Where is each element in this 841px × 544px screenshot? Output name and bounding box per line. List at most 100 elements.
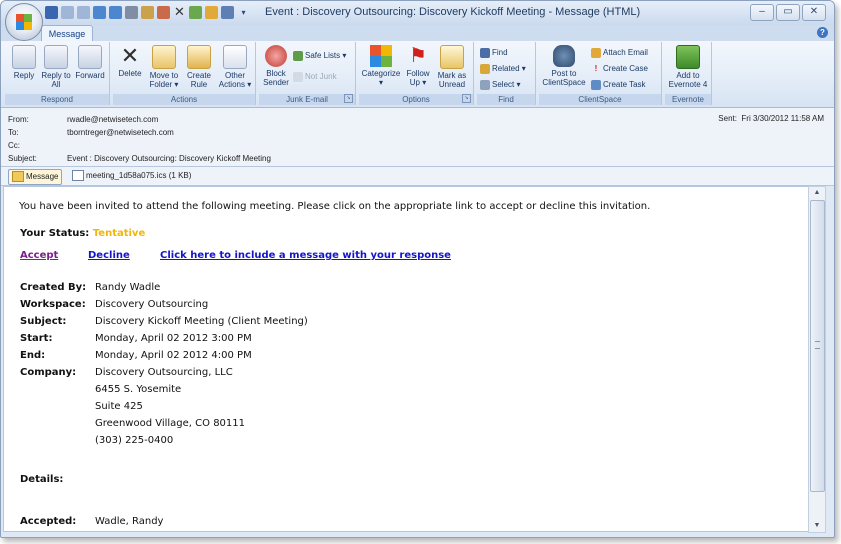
forward-icon xyxy=(78,45,102,69)
sent-label: Sent: xyxy=(718,114,737,123)
note-icon[interactable] xyxy=(205,6,218,19)
delete-icon: ✕ xyxy=(120,43,140,68)
window-controls: – ▭ ✕ xyxy=(750,4,826,21)
undo-icon[interactable] xyxy=(61,6,74,19)
help-icon[interactable]: ? xyxy=(817,27,828,38)
subject-value: Event : Discovery Outsourcing: Discovery… xyxy=(67,154,271,163)
cc-label: Cc: xyxy=(8,141,20,150)
calendar-icon[interactable] xyxy=(189,6,202,19)
group-label-respond: Respond xyxy=(5,94,109,105)
reply-icon xyxy=(12,45,36,69)
accept-link[interactable]: Accept xyxy=(20,250,58,261)
ribbon: Reply Reply to All Forward Respond ✕ Del… xyxy=(1,41,834,108)
envelope-icon[interactable] xyxy=(157,6,170,19)
include-message-link[interactable]: Click here to include a message with you… xyxy=(160,250,451,261)
select-cursor-icon xyxy=(480,80,490,90)
exclamation-icon: ! xyxy=(594,64,598,73)
scroll-up-icon[interactable]: ▲ xyxy=(809,187,825,199)
scroll-thumb[interactable] xyxy=(810,200,825,492)
not-junk-icon xyxy=(293,72,303,82)
forward-button[interactable]: Forward xyxy=(73,45,107,80)
decline-link[interactable]: Decline xyxy=(88,250,130,261)
group-label-find: Find xyxy=(477,94,535,105)
scroll-down-icon[interactable]: ▼ xyxy=(809,520,825,532)
categorize-button[interactable]: Categorize ▾ xyxy=(361,45,401,87)
group-options: Categorize ▾ ⚑ Follow Up ▾ Mark as Unrea… xyxy=(359,42,474,105)
group-clientspace: Post to ClientSpace Attach Email ! Create… xyxy=(539,42,662,105)
safe-lists-button[interactable]: Safe Lists ▾ xyxy=(293,51,346,61)
reply-all-button[interactable]: Reply to All xyxy=(41,45,71,89)
delete-button[interactable]: ✕ Delete xyxy=(115,43,145,79)
junk-dialog-launcher-icon[interactable]: ↘ xyxy=(344,94,353,103)
create-case-button[interactable]: ! Create Case xyxy=(591,64,648,74)
envelope-icon xyxy=(12,171,24,183)
accepted-label: Accepted: xyxy=(20,516,77,527)
start-value: Monday, April 02 2012 3:00 PM xyxy=(95,333,252,344)
to-label: To: xyxy=(8,128,19,137)
group-label-evernote: Evernote xyxy=(665,94,711,105)
customize-icon[interactable] xyxy=(221,6,234,19)
block-sender-button[interactable]: Block Sender xyxy=(261,45,291,87)
end-value: Monday, April 02 2012 4:00 PM xyxy=(95,350,252,361)
attach-icon[interactable] xyxy=(141,6,154,19)
restore-button[interactable]: ▭ xyxy=(776,4,800,21)
related-icon xyxy=(480,64,490,74)
attachment-bar: Message meeting_1d58a075.ics (1 KB) xyxy=(1,167,834,186)
to-address[interactable]: tborntreger@netwisetech.com xyxy=(67,128,174,137)
print-icon[interactable] xyxy=(125,6,138,19)
redo-icon[interactable] xyxy=(77,6,90,19)
group-junk-email: Block Sender Safe Lists ▾ Not Junk Junk … xyxy=(259,42,356,105)
vertical-scrollbar[interactable]: ▲ ▼ xyxy=(808,186,826,533)
office-logo-icon xyxy=(16,14,32,30)
create-task-button[interactable]: Create Task xyxy=(591,80,646,90)
subject-label: Subject: xyxy=(8,154,37,163)
flag-icon: ⚑ xyxy=(409,45,427,67)
created-by-value: Randy Wadle xyxy=(95,282,161,293)
group-label-clientspace: ClientSpace xyxy=(539,94,661,105)
next-item-icon[interactable] xyxy=(109,6,122,19)
company-address-line1: 6455 S. Yosemite xyxy=(95,384,182,395)
message-header: From: rwadle@netwisetech.com To: tborntr… xyxy=(1,108,834,167)
from-address[interactable]: rwadle@netwisetech.com xyxy=(67,115,158,124)
post-to-clientspace-button[interactable]: Post to ClientSpace xyxy=(541,45,587,87)
outlook-message-window: ✕ ▾ Event : Discovery Outsourcing: Disco… xyxy=(0,0,835,538)
company-address-line2: Suite 425 xyxy=(95,401,143,412)
start-label: Start: xyxy=(20,333,53,344)
minimize-button[interactable]: – xyxy=(750,4,774,21)
related-button[interactable]: Related ▾ xyxy=(480,64,526,74)
title-bar: ✕ ▾ Event : Discovery Outsourcing: Disco… xyxy=(1,1,834,25)
attach-email-icon xyxy=(591,48,601,58)
attachment-ics[interactable]: meeting_1d58a075.ics (1 KB) xyxy=(69,169,194,183)
save-icon[interactable] xyxy=(45,6,58,19)
folder-icon xyxy=(152,45,176,69)
reply-all-icon xyxy=(44,45,68,69)
reply-button[interactable]: Reply xyxy=(9,45,39,80)
delete-x-icon[interactable]: ✕ xyxy=(173,5,186,19)
other-actions-icon xyxy=(223,45,247,69)
company-address-line3: Greenwood Village, CO 80111 xyxy=(95,418,246,429)
not-junk-button[interactable]: Not Junk xyxy=(293,72,337,82)
company-phone: (303) 225-0400 xyxy=(95,435,174,446)
other-actions-button[interactable]: Other Actions ▾ xyxy=(217,45,253,89)
rule-icon xyxy=(187,45,211,69)
mark-as-unread-button[interactable]: Mark as Unread xyxy=(435,45,469,89)
select-button[interactable]: Select ▾ xyxy=(480,80,520,90)
status-line: Your Status: Tentative xyxy=(20,228,145,239)
calendar-file-icon xyxy=(72,170,84,182)
attach-email-button[interactable]: Attach Email xyxy=(591,48,648,58)
message-body-tab[interactable]: Message xyxy=(8,169,63,185)
follow-up-button[interactable]: ⚑ Follow Up ▾ xyxy=(403,45,433,87)
qat-dropdown-icon[interactable]: ▾ xyxy=(237,6,250,19)
office-button[interactable] xyxy=(5,3,43,41)
move-to-folder-button[interactable]: Move to Folder ▾ xyxy=(147,45,181,89)
envelope-icon xyxy=(440,45,464,69)
options-dialog-launcher-icon[interactable]: ↘ xyxy=(462,94,471,103)
status-value: Tentative xyxy=(92,228,146,239)
tab-message[interactable]: Message xyxy=(41,25,93,42)
add-to-evernote-button[interactable]: Add to Evernote 4 xyxy=(667,45,709,89)
find-button[interactable]: Find xyxy=(480,48,508,58)
previous-item-icon[interactable] xyxy=(93,6,106,19)
create-rule-button[interactable]: Create Rule xyxy=(183,45,215,89)
close-button[interactable]: ✕ xyxy=(802,4,826,21)
clientspace-owl-icon xyxy=(553,45,575,67)
